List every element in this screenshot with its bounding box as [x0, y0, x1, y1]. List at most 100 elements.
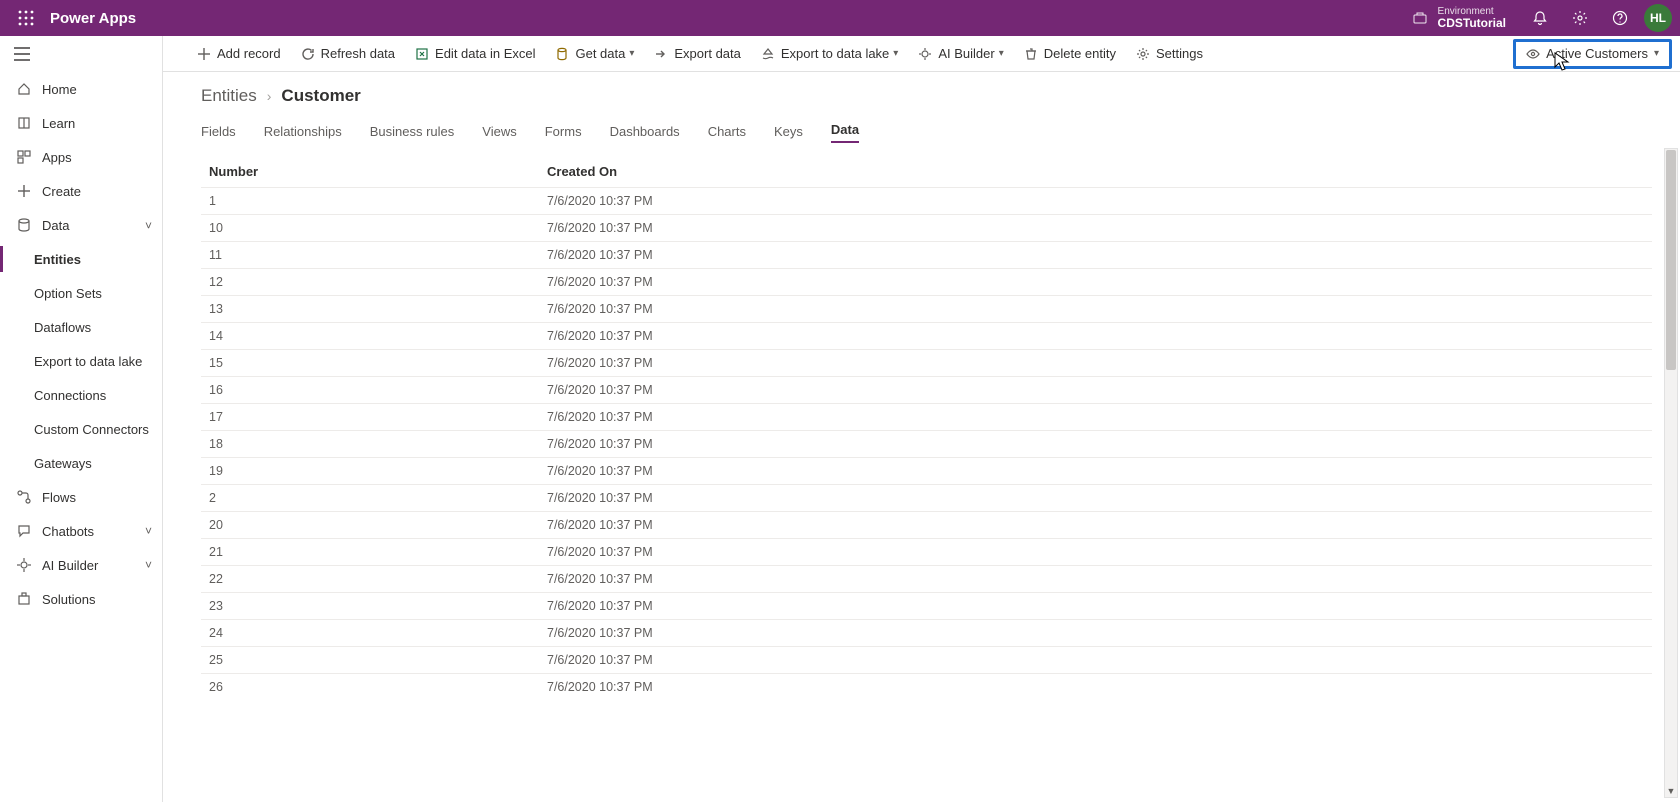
cell-created-on: 7/6/2020 10:37 PM	[543, 647, 1652, 674]
tab-keys[interactable]: Keys	[774, 120, 803, 143]
column-header-created-on[interactable]: Created On	[543, 156, 1652, 188]
tab-views[interactable]: Views	[482, 120, 516, 143]
left-nav: Home Learn Apps Create Data ˄	[0, 36, 163, 802]
table-row[interactable]: 237/6/2020 10:37 PM	[201, 593, 1652, 620]
table-row[interactable]: 167/6/2020 10:37 PM	[201, 377, 1652, 404]
nav-learn[interactable]: Learn	[0, 106, 162, 140]
view-selector[interactable]: Active Customers ▾	[1513, 39, 1672, 69]
table-row[interactable]: 187/6/2020 10:37 PM	[201, 431, 1652, 458]
nav-create[interactable]: Create	[0, 174, 162, 208]
nav-data-gateways[interactable]: Gateways	[0, 446, 162, 480]
cmd-edit-excel[interactable]: Edit data in Excel	[405, 36, 545, 72]
chevron-down-icon: ▾	[1654, 48, 1659, 59]
tab-data[interactable]: Data	[831, 118, 859, 143]
user-avatar[interactable]: HL	[1644, 4, 1672, 32]
table-row[interactable]: 147/6/2020 10:37 PM	[201, 323, 1652, 350]
cmd-add-record[interactable]: Add record	[187, 36, 291, 72]
table-row[interactable]: 267/6/2020 10:37 PM	[201, 674, 1652, 701]
nav-label: Flows	[42, 490, 76, 505]
tab-label: Fields	[201, 124, 236, 139]
tab-dashboards[interactable]: Dashboards	[610, 120, 680, 143]
table-row[interactable]: 207/6/2020 10:37 PM	[201, 512, 1652, 539]
tab-forms[interactable]: Forms	[545, 120, 582, 143]
table-row[interactable]: 127/6/2020 10:37 PM	[201, 269, 1652, 296]
cell-created-on: 7/6/2020 10:37 PM	[543, 296, 1652, 323]
tab-label: Dashboards	[610, 124, 680, 139]
main-content: Add record Refresh data Edit data in Exc…	[163, 36, 1680, 802]
nav-label: Entities	[34, 252, 81, 267]
table-row[interactable]: 197/6/2020 10:37 PM	[201, 458, 1652, 485]
nav-label: Connections	[34, 388, 106, 403]
nav-data-custom-connectors[interactable]: Custom Connectors	[0, 412, 162, 446]
table-row[interactable]: 217/6/2020 10:37 PM	[201, 539, 1652, 566]
help-button[interactable]	[1600, 0, 1640, 36]
cell-created-on: 7/6/2020 10:37 PM	[543, 323, 1652, 350]
tab-business-rules[interactable]: Business rules	[370, 120, 455, 143]
cmd-ai-builder[interactable]: AI Builder ▾	[908, 36, 1013, 72]
table-row[interactable]: 247/6/2020 10:37 PM	[201, 620, 1652, 647]
settings-button[interactable]	[1560, 0, 1600, 36]
table-row[interactable]: 17/6/2020 10:37 PM	[201, 188, 1652, 215]
table-row[interactable]: 227/6/2020 10:37 PM	[201, 566, 1652, 593]
trash-icon	[1024, 47, 1038, 61]
apps-icon	[14, 150, 34, 164]
tab-charts[interactable]: Charts	[708, 120, 746, 143]
table-row[interactable]: 107/6/2020 10:37 PM	[201, 215, 1652, 242]
nav-solutions[interactable]: Solutions	[0, 582, 162, 616]
cell-number: 2	[201, 485, 543, 512]
nav-label: Learn	[42, 116, 75, 131]
nav-home[interactable]: Home	[0, 72, 162, 106]
cmd-refresh-data[interactable]: Refresh data	[291, 36, 405, 72]
table-row[interactable]: 27/6/2020 10:37 PM	[201, 485, 1652, 512]
table-row[interactable]: 117/6/2020 10:37 PM	[201, 242, 1652, 269]
table-row[interactable]: 137/6/2020 10:37 PM	[201, 296, 1652, 323]
column-header-number[interactable]: Number	[201, 156, 543, 188]
nav-data-connections[interactable]: Connections	[0, 378, 162, 412]
plus-icon	[14, 184, 34, 198]
nav-chatbots[interactable]: Chatbots ˅	[0, 514, 162, 548]
plus-icon	[197, 47, 211, 61]
scrollbar-thumb[interactable]	[1666, 150, 1676, 370]
tab-label: Views	[482, 124, 516, 139]
tab-relationships[interactable]: Relationships	[264, 120, 342, 143]
nav-label: Create	[42, 184, 81, 199]
refresh-icon	[301, 47, 315, 61]
cmd-get-data[interactable]: Get data ▾	[545, 36, 644, 72]
nav-data-export-lake[interactable]: Export to data lake	[0, 344, 162, 378]
vertical-scrollbar[interactable]: ▲ ▼	[1664, 148, 1678, 798]
table-row[interactable]: 157/6/2020 10:37 PM	[201, 350, 1652, 377]
table-row[interactable]: 177/6/2020 10:37 PM	[201, 404, 1652, 431]
nav-data-dataflows[interactable]: Dataflows	[0, 310, 162, 344]
nav-ai-builder[interactable]: AI Builder ˅	[0, 548, 162, 582]
nav-label: Solutions	[42, 592, 95, 607]
app-launcher-button[interactable]	[8, 0, 44, 36]
gear-icon	[1136, 47, 1150, 61]
nav-apps[interactable]: Apps	[0, 140, 162, 174]
nav-label: Data	[42, 218, 69, 233]
nav-collapse-button[interactable]	[0, 36, 162, 72]
nav-flows[interactable]: Flows	[0, 480, 162, 514]
ai-icon	[14, 558, 34, 572]
cmd-label: Edit data in Excel	[435, 46, 535, 61]
tab-fields[interactable]: Fields	[201, 120, 236, 143]
cmd-export-data[interactable]: Export data	[644, 36, 751, 72]
breadcrumb-root[interactable]: Entities	[201, 86, 257, 106]
nav-data-entities[interactable]: Entities	[0, 242, 162, 276]
table-row[interactable]: 257/6/2020 10:37 PM	[201, 647, 1652, 674]
chevron-down-icon: ˅	[145, 524, 152, 538]
environment-picker[interactable]: Environment CDSTutorial	[1410, 6, 1506, 30]
tab-label: Keys	[774, 124, 803, 139]
cell-created-on: 7/6/2020 10:37 PM	[543, 593, 1652, 620]
environment-icon	[1410, 10, 1430, 26]
cmd-export-lake[interactable]: Export to data lake ▾	[751, 36, 908, 72]
notifications-button[interactable]	[1520, 0, 1560, 36]
cmd-settings[interactable]: Settings	[1126, 36, 1213, 72]
tab-label: Relationships	[264, 124, 342, 139]
cell-number: 20	[201, 512, 543, 539]
cell-created-on: 7/6/2020 10:37 PM	[543, 377, 1652, 404]
waffle-icon	[18, 10, 34, 26]
cmd-delete-entity[interactable]: Delete entity	[1014, 36, 1126, 72]
nav-data[interactable]: Data ˄	[0, 208, 162, 242]
cell-number: 19	[201, 458, 543, 485]
nav-data-option-sets[interactable]: Option Sets	[0, 276, 162, 310]
